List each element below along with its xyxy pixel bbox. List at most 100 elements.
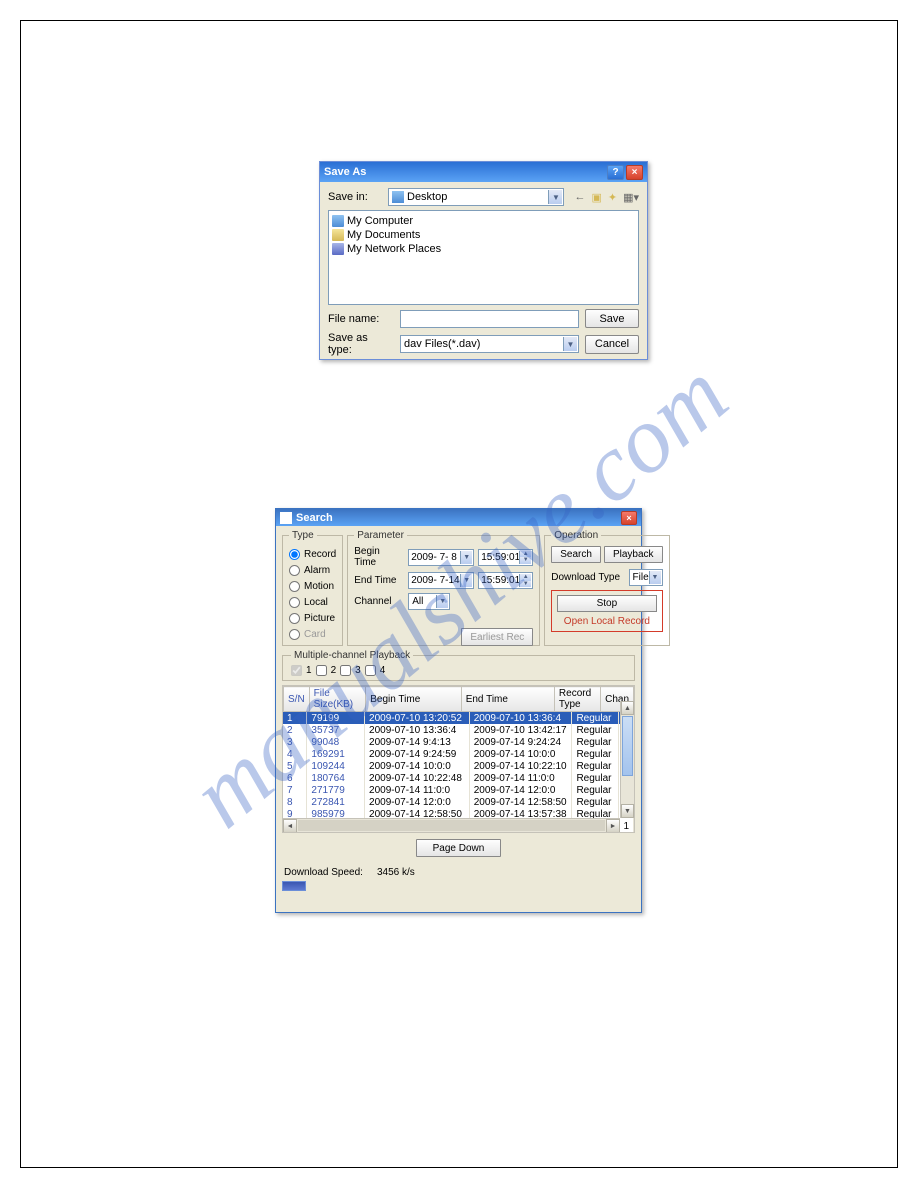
save-in-label: Save in:	[328, 191, 384, 203]
list-item[interactable]: My Documents	[332, 228, 635, 242]
table-row[interactable]: 1186992009-07-14 13:57:452009-07-14 13:5…	[283, 832, 634, 833]
download-speed-value: 3456 k/s	[377, 867, 415, 878]
list-item[interactable]: My Network Places	[332, 242, 635, 256]
scroll-thumb[interactable]	[622, 716, 633, 776]
table-row[interactable]: 51092442009-07-14 10:0:02009-07-14 10:22…	[283, 760, 634, 772]
column-header[interactable]: Record Type	[554, 687, 600, 712]
scroll-down-icon[interactable]: ▼	[621, 804, 634, 818]
type-radio-local[interactable]: Local	[289, 594, 336, 610]
cancel-button[interactable]: Cancel	[585, 335, 639, 354]
table-cell: 271779	[307, 784, 365, 796]
stop-button[interactable]: Stop	[557, 595, 656, 612]
search-button[interactable]: Search	[551, 546, 601, 563]
horizontal-scrollbar[interactable]: ◄ ►	[283, 818, 620, 832]
channel-checkbox-3[interactable]	[340, 665, 351, 676]
table-cell: 8699	[307, 832, 365, 833]
scroll-right-icon[interactable]: ►	[606, 819, 620, 833]
search-titlebar[interactable]: Search ×	[276, 509, 641, 526]
scroll-left-icon[interactable]: ◄	[283, 819, 297, 833]
spinner[interactable]: ▲▼	[519, 551, 531, 564]
type-fieldset: Type RecordAlarmMotionLocalPictureCard	[282, 530, 343, 646]
table-row[interactable]: 82728412009-07-14 12:0:02009-07-14 12:58…	[283, 796, 634, 808]
network-icon	[332, 243, 344, 255]
earliest-rec-button[interactable]: Earliest Rec	[461, 628, 533, 646]
table-cell: 2009-07-14 12:58:50	[469, 796, 572, 808]
table-cell: 2009-07-14 10:22:10	[469, 760, 572, 772]
type-radio-record[interactable]: Record	[289, 546, 336, 562]
spinner[interactable]: ▲▼	[519, 574, 531, 587]
results-table-body[interactable]: 1791992009-07-10 13:20:522009-07-10 13:3…	[283, 712, 634, 833]
chevron-down-icon[interactable]: ▼	[460, 574, 472, 587]
table-row[interactable]: 1791992009-07-10 13:20:522009-07-10 13:3…	[283, 712, 634, 724]
type-radio-alarm[interactable]: Alarm	[289, 562, 336, 578]
table-row[interactable]: 61807642009-07-14 10:22:482009-07-14 11:…	[283, 772, 634, 784]
save-in-combo[interactable]: Desktop ▼	[388, 188, 564, 206]
table-row[interactable]: 72717792009-07-14 11:0:02009-07-14 12:0:…	[283, 784, 634, 796]
channel-checkbox-2[interactable]	[316, 665, 327, 676]
parameter-legend: Parameter	[354, 530, 407, 541]
table-cell: Regular	[572, 772, 619, 784]
scroll-up-icon[interactable]: ▲	[621, 701, 634, 715]
radio-input[interactable]	[289, 629, 300, 640]
end-date-input[interactable]: 2009- 7-14▼	[408, 572, 474, 589]
chevron-down-icon[interactable]: ▼	[563, 337, 577, 351]
channel-checkbox-1[interactable]	[291, 665, 302, 676]
chevron-down-icon[interactable]: ▼	[649, 571, 661, 584]
type-radio-picture[interactable]: Picture	[289, 610, 336, 626]
radio-input[interactable]	[289, 565, 300, 576]
radio-input[interactable]	[289, 581, 300, 592]
download-type-select[interactable]: File▼	[629, 569, 663, 586]
new-folder-icon[interactable]: ✦	[608, 191, 617, 204]
channel-value: All	[412, 596, 423, 607]
table-cell: Regular	[572, 736, 619, 748]
chevron-down-icon[interactable]: ▼	[436, 595, 448, 608]
end-time-input[interactable]: 15:59:01▲▼	[478, 572, 533, 589]
column-header[interactable]: Begin Time	[366, 687, 461, 712]
column-header[interactable]: S/N	[284, 687, 310, 712]
table-row[interactable]: 3990482009-07-14 9:4:132009-07-14 9:24:2…	[283, 736, 634, 748]
channel-select[interactable]: All ▼	[408, 593, 450, 610]
table-row[interactable]: 41692912009-07-14 9:24:592009-07-14 10:0…	[283, 748, 634, 760]
channel-cb-label: 4	[380, 665, 386, 676]
channel-label: Channel	[354, 596, 404, 607]
table-cell: 2	[283, 724, 307, 736]
column-header[interactable]: File Size(KB)	[309, 687, 366, 712]
table-row[interactable]: 2357372009-07-10 13:36:42009-07-10 13:42…	[283, 724, 634, 736]
column-header[interactable]: End Time	[461, 687, 554, 712]
chevron-down-icon[interactable]: ▼	[548, 190, 562, 204]
table-cell: 2009-07-14 13:57:45	[365, 832, 470, 833]
close-button[interactable]: ×	[626, 165, 643, 180]
file-name-input[interactable]	[400, 310, 579, 328]
save-type-combo[interactable]: dav Files(*.dav) ▼	[400, 335, 579, 353]
radio-input[interactable]	[289, 549, 300, 560]
begin-date-input[interactable]: 2009- 7- 8▼	[408, 549, 474, 566]
save-as-titlebar[interactable]: Save As ? ×	[320, 162, 647, 182]
back-icon[interactable]: ←	[574, 191, 585, 203]
playback-button[interactable]: Playback	[604, 546, 663, 563]
type-radio-card[interactable]: Card	[289, 626, 336, 642]
list-item[interactable]: My Computer	[332, 214, 635, 228]
vertical-scrollbar[interactable]: ▲ ▼	[620, 701, 634, 818]
table-cell: Regular	[572, 760, 619, 772]
help-button[interactable]: ?	[607, 165, 624, 180]
view-menu-icon[interactable]: ▦▾	[623, 191, 639, 204]
channel-checkbox-4[interactable]	[365, 665, 376, 676]
operation-fieldset: Operation Search Playback Download Type …	[544, 530, 669, 646]
open-local-record-link[interactable]: Open Local Record	[557, 616, 656, 627]
table-cell: 2009-07-14 10:22:48	[365, 772, 470, 784]
type-radio-motion[interactable]: Motion	[289, 578, 336, 594]
radio-input[interactable]	[289, 613, 300, 624]
save-button[interactable]: Save	[585, 309, 639, 328]
desktop-icon	[392, 191, 404, 203]
begin-time-input[interactable]: 15:59:01▲▼	[478, 549, 533, 566]
close-button[interactable]: ×	[621, 511, 637, 525]
scroll-thumb[interactable]	[298, 820, 605, 831]
up-folder-icon[interactable]: ▣	[591, 191, 601, 204]
page-down-button[interactable]: Page Down	[416, 839, 502, 857]
table-cell: Regular	[572, 796, 619, 808]
download-type-label: Download Type	[551, 572, 625, 583]
table-cell: 79199	[307, 712, 365, 724]
folder-list[interactable]: My Computer My Documents My Network Plac…	[328, 210, 639, 305]
radio-input[interactable]	[289, 597, 300, 608]
chevron-down-icon[interactable]: ▼	[460, 551, 472, 564]
